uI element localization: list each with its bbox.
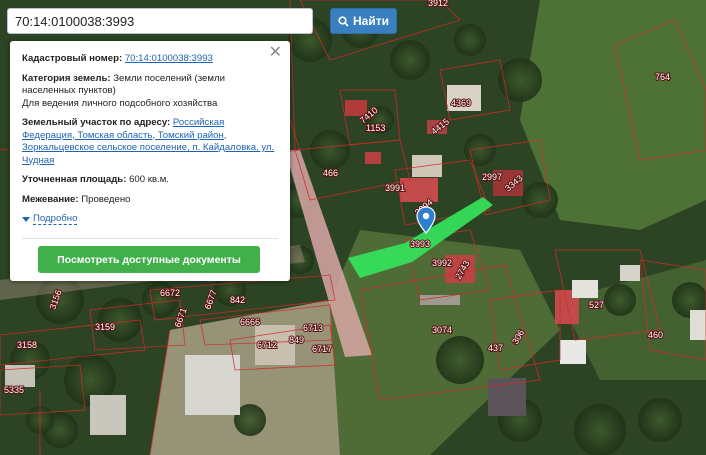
address-row: Земельный участок по адресу: Российская … xyxy=(22,117,278,167)
cadastral-number-label: Кадастровый номер: xyxy=(22,53,123,64)
survey-value: Проведено xyxy=(81,193,131,205)
parcel-label-437: 437 xyxy=(488,343,503,353)
area-row: Уточненная площадь: 600 кв.м. xyxy=(22,174,278,187)
parcel-label-764: 764 xyxy=(655,72,670,82)
cadastral-number-row: Кадастровый номер: 70:14:0100038:3993 xyxy=(22,53,278,66)
parcel-label-6666: 6666 xyxy=(240,317,260,327)
parcel-label-3912: 3912 xyxy=(428,0,448,8)
divider xyxy=(22,238,278,239)
cadastral-number-link[interactable]: 70:14:0100038:3993 xyxy=(125,53,213,64)
parcel-label-6672: 6672 xyxy=(160,288,180,298)
parcel-label-3992: 3992 xyxy=(432,258,452,268)
parcel-label-5335: 5335 xyxy=(4,385,24,395)
land-category-label: Категория земель: xyxy=(22,72,111,84)
land-category-row: Категория земель: Земли поселений (земли… xyxy=(22,73,278,111)
address-label: Земельный участок по адресу: xyxy=(22,117,171,128)
parcel-label-842: 842 xyxy=(230,295,245,305)
parcel-label-6717: 6717 xyxy=(312,344,332,354)
parcel-info-popup: ✕ Кадастровый номер: 70:14:0100038:3993 … xyxy=(10,41,290,281)
parcel-label-527: 527 xyxy=(589,300,604,310)
location-pin-icon[interactable] xyxy=(416,206,436,234)
cadastral-search-input[interactable] xyxy=(7,8,313,34)
parcel-label-3159: 3159 xyxy=(95,322,115,332)
close-icon[interactable]: ✕ xyxy=(269,45,282,61)
parcel-label-4369: 4369 xyxy=(451,98,471,108)
details-toggle[interactable]: Подробно xyxy=(22,213,278,225)
parcel-label-6713: 6713 xyxy=(303,323,323,333)
survey-row: Межевание: Проведено xyxy=(22,194,278,207)
search-button-label: Найти xyxy=(353,14,389,28)
survey-label: Межевание: xyxy=(22,193,79,205)
search-button[interactable]: Найти xyxy=(330,8,397,34)
search-icon xyxy=(338,15,349,27)
parcel-label-849: 849 xyxy=(289,335,304,345)
area-value: 600 кв.м. xyxy=(129,174,169,185)
selected-parcel-label: 3993 xyxy=(410,239,430,249)
parcel-label-2997: 2997 xyxy=(482,172,502,182)
view-documents-button[interactable]: Посмотреть доступные документы xyxy=(38,246,260,273)
caret-down-icon xyxy=(22,216,30,222)
parcel-label-1153: 1153 xyxy=(366,123,385,133)
land-usage-value: Для ведения личного подсобного хозяйства xyxy=(22,97,218,109)
parcel-label-3074: 3074 xyxy=(432,325,452,335)
area-label: Уточненная площадь: xyxy=(22,174,127,185)
parcel-label-466: 466 xyxy=(323,168,338,178)
parcel-label-3991: 3991 xyxy=(385,183,405,193)
parcel-label-3158: 3158 xyxy=(17,340,37,350)
parcel-label-6712: 6712 xyxy=(257,340,277,350)
parcel-label-460: 460 xyxy=(648,330,663,340)
details-link[interactable]: Подробно xyxy=(33,213,78,225)
